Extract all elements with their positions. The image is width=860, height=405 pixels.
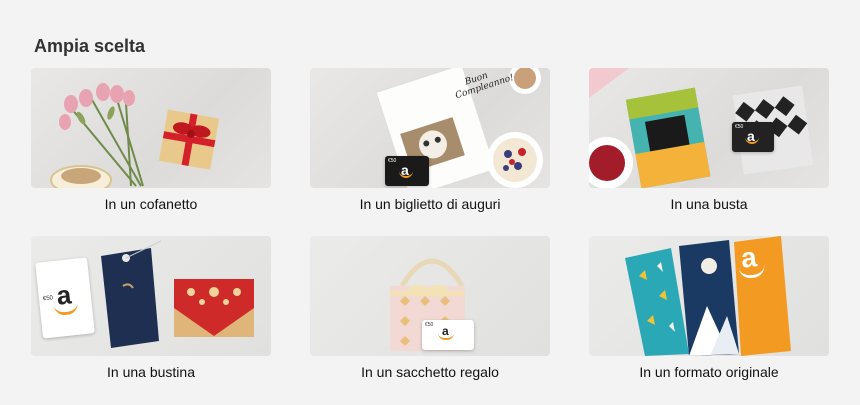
gift-option-greeting-card[interactable]: Buon Compleanno! €50 a In un biglietto d… bbox=[310, 68, 550, 212]
gift-card: €50 a bbox=[422, 320, 474, 350]
original-format-image: a bbox=[589, 236, 829, 356]
box-image bbox=[31, 68, 271, 188]
caption: In un cofanetto bbox=[104, 196, 198, 212]
caption: In un sacchetto regalo bbox=[361, 364, 499, 380]
caption: In una busta bbox=[670, 196, 748, 212]
gift-option-box[interactable]: In un cofanetto bbox=[31, 68, 271, 212]
gift-option-gift-bag[interactable]: €50 a In un sacchetto regalo bbox=[310, 236, 550, 380]
value-tag: €50 bbox=[425, 322, 434, 328]
envelope-image: €50 a bbox=[589, 68, 829, 188]
caption: In un biglietto di auguri bbox=[359, 196, 501, 212]
caption: In un formato originale bbox=[639, 364, 779, 380]
gift-option-envelope[interactable]: €50 a In una busta bbox=[589, 68, 829, 212]
gift-card: €50 a bbox=[732, 122, 774, 152]
gift-card: €50 a bbox=[385, 156, 429, 186]
small-envelope-image: €50 a bbox=[31, 236, 271, 356]
gift-option-original-format[interactable]: a In un formato originale bbox=[589, 236, 829, 380]
value-tag: €50 bbox=[388, 158, 397, 164]
value-tag: €50 bbox=[735, 124, 744, 130]
caption: In una bustina bbox=[107, 364, 195, 380]
gift-card: €50 a bbox=[35, 257, 95, 339]
section-title: Ampia scelta bbox=[34, 36, 146, 56]
value-tag: €50 bbox=[42, 295, 54, 303]
amazon-smile-icon bbox=[438, 333, 454, 340]
amazon-smile-icon bbox=[53, 302, 79, 317]
gift-bag-image: €50 a bbox=[310, 236, 550, 356]
gift-option-small-envelope[interactable]: €50 a In una bustina bbox=[31, 236, 271, 380]
greeting-card-image: Buon Compleanno! €50 a bbox=[310, 68, 550, 188]
